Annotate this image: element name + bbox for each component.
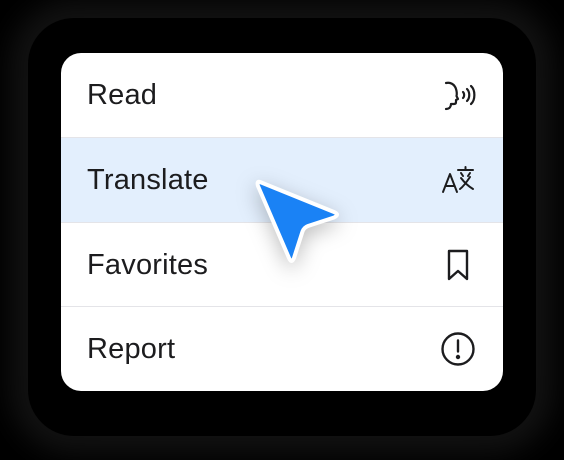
speak-icon: [440, 77, 476, 113]
bookmark-icon: [440, 247, 476, 283]
pointer-arrow-icon: [252, 176, 344, 266]
menu-item-label: Favorites: [87, 248, 209, 281]
menu-item-label: Translate: [87, 163, 209, 196]
translate-icon: [440, 162, 476, 198]
menu-item-report[interactable]: Report: [61, 307, 503, 391]
menu-item-label: Read: [87, 78, 158, 111]
menu-item-label: Report: [87, 332, 176, 365]
exclamation-circle-icon: [440, 331, 476, 367]
menu-item-read[interactable]: Read: [61, 53, 503, 137]
